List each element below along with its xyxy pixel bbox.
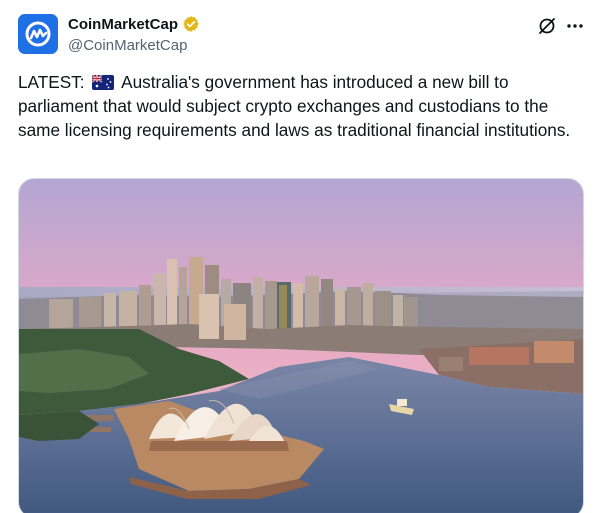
tweet-text: LATEST: Australia's government has intro… (18, 70, 583, 142)
australia-flag-icon (92, 75, 115, 90)
verified-badge-icon[interactable] (182, 15, 200, 33)
more-options-button[interactable] (564, 15, 586, 37)
tweet-media-photo[interactable] (18, 178, 584, 513)
author-name-row[interactable]: CoinMarketCap (68, 15, 200, 33)
coinmarketcap-logo-icon (25, 21, 51, 47)
more-dots-icon (567, 24, 583, 28)
display-name[interactable]: CoinMarketCap (68, 16, 178, 33)
sydney-harbour-photo (19, 179, 583, 513)
grok-icon (539, 18, 555, 34)
tweet-text-prefix: LATEST: (18, 72, 85, 92)
grok-button[interactable] (536, 15, 558, 37)
avatar[interactable] (18, 14, 58, 54)
tweet-card[interactable]: CoinMarketCap @CoinMarketCap LATEST: Aus… (0, 0, 601, 513)
account-handle[interactable]: @CoinMarketCap (68, 37, 187, 54)
